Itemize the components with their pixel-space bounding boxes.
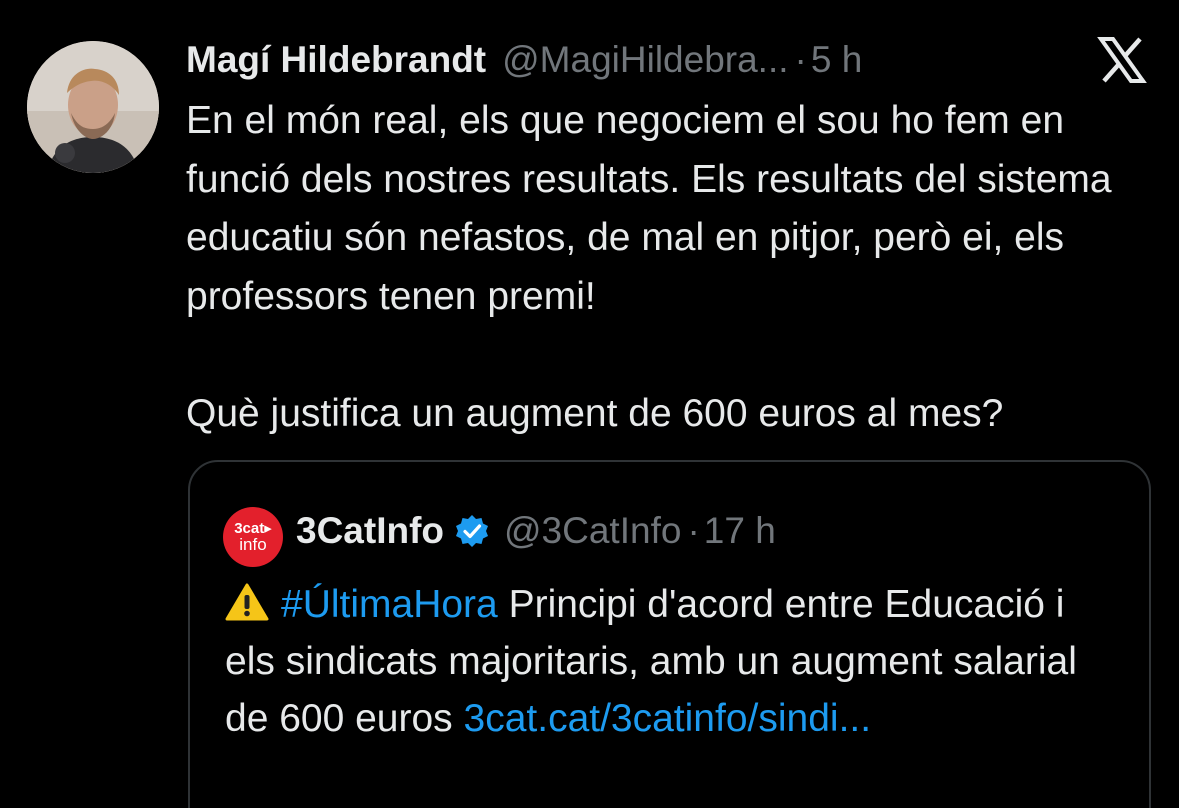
quote-author-name[interactable]: 3CatInfo xyxy=(296,510,444,552)
warning-icon xyxy=(225,583,269,621)
quoted-tweet-card[interactable]: 3cat▸ info 3CatInfo @3CatInfo · 17 h #Úl… xyxy=(188,460,1151,808)
quote-body: #ÚltimaHora Principi d'acord entre Educa… xyxy=(225,576,1125,747)
quote-timestamp[interactable]: 17 h xyxy=(704,510,776,552)
x-logo-icon[interactable] xyxy=(1096,34,1148,86)
tweet-body: En el món real, els que negociem el sou … xyxy=(186,92,1161,443)
author-avatar-image xyxy=(27,41,159,173)
verified-badge-icon xyxy=(456,515,488,547)
header-separator: · xyxy=(794,39,807,80)
quote-avatar-logo-line: info xyxy=(239,535,267,554)
article-link[interactable]: 3cat.cat/3catinfo/sindi... xyxy=(464,697,872,740)
quote-avatar-logo-line: 3cat▸ xyxy=(234,520,272,537)
quote-header: 3CatInfo @3CatInfo · 17 h xyxy=(296,506,776,556)
tweet-paragraph: En el món real, els que negociem el sou … xyxy=(186,99,1112,318)
hashtag-link[interactable]: #ÚltimaHora xyxy=(281,583,498,626)
author-handle[interactable]: @MagiHildebra... xyxy=(502,39,788,81)
tweet-header: Magí Hildebrandt @MagiHildebra... · 5 h xyxy=(186,34,862,86)
tweet-timestamp[interactable]: 5 h xyxy=(811,39,862,81)
tweet-paragraph: Què justifica un augment de 600 euros al… xyxy=(186,391,1004,435)
author-name[interactable]: Magí Hildebrandt xyxy=(186,39,486,81)
quote-author-handle[interactable]: @3CatInfo xyxy=(504,510,681,552)
quote-author-avatar[interactable]: 3cat▸ info xyxy=(223,507,283,567)
author-avatar[interactable] xyxy=(27,41,159,173)
quote-header-separator: · xyxy=(687,510,700,551)
